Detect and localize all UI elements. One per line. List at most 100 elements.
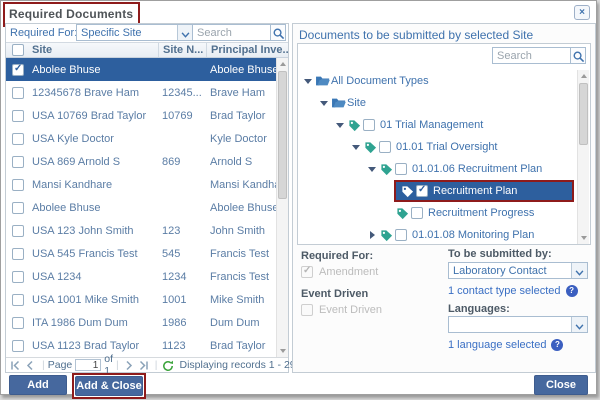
cell-site: USA Kyle Doctor bbox=[30, 133, 158, 145]
tree-node-checkbox[interactable] bbox=[363, 119, 375, 131]
chevron-down-icon[interactable] bbox=[177, 25, 193, 40]
table-row[interactable]: USA Kyle DoctorKyle Doctor bbox=[6, 127, 276, 150]
search-icon[interactable] bbox=[270, 24, 286, 41]
tree-node[interactable]: 01.01.06 Recruitment Plan bbox=[300, 158, 576, 180]
column-header-site-no[interactable]: Site N... bbox=[158, 43, 206, 57]
table-row[interactable]: Abolee BhuseAbolee Bhuse bbox=[6, 196, 276, 219]
row-checkbox-cell bbox=[6, 156, 30, 168]
cell-principal-investigator: Brave Ham bbox=[206, 87, 276, 99]
cell-site: Abolee Bhuse bbox=[30, 202, 158, 214]
table-row[interactable]: ITA 1986 Dum Dum1986Dum Dum bbox=[6, 311, 276, 334]
row-checkbox-cell bbox=[6, 110, 30, 122]
row-checkbox[interactable] bbox=[12, 87, 24, 99]
close-button[interactable]: Close bbox=[534, 375, 588, 395]
table-row[interactable]: Mansi KandhareMansi Kandhare bbox=[6, 173, 276, 196]
scroll-up-icon[interactable] bbox=[277, 58, 288, 70]
row-checkbox[interactable] bbox=[12, 340, 24, 352]
row-checkbox[interactable] bbox=[12, 317, 24, 329]
row-checkbox[interactable] bbox=[12, 271, 24, 283]
row-checkbox[interactable] bbox=[12, 179, 24, 191]
select-all-checkbox[interactable] bbox=[6, 44, 30, 56]
table-row[interactable]: 12345678 Brave Ham12345...Brave Ham bbox=[6, 81, 276, 104]
row-checkbox[interactable] bbox=[12, 110, 24, 122]
refresh-icon[interactable] bbox=[162, 360, 175, 371]
amendment-label: Amendment bbox=[319, 266, 378, 278]
cell-site-no: 1123 bbox=[158, 340, 206, 352]
languages-combo[interactable] bbox=[448, 316, 588, 333]
tree-node[interactable]: 01 Trial Management bbox=[300, 114, 576, 136]
cell-site: USA 1001 Mike Smith bbox=[30, 294, 158, 306]
table-row[interactable]: USA 1001 Mike Smith1001Mike Smith bbox=[6, 288, 276, 311]
cell-site: USA 545 Francis Test bbox=[30, 248, 158, 260]
column-header-site[interactable]: Site bbox=[30, 44, 158, 56]
add-and-close-button[interactable]: Add & Close bbox=[75, 376, 143, 396]
collapse-icon[interactable] bbox=[302, 79, 314, 84]
prev-page-icon[interactable] bbox=[25, 360, 38, 371]
languages-label: Languages: bbox=[448, 303, 510, 315]
expand-icon[interactable] bbox=[366, 231, 378, 239]
tree-scrollbar[interactable] bbox=[577, 70, 589, 244]
tree-node-checkbox[interactable] bbox=[395, 229, 407, 241]
search-input[interactable] bbox=[192, 24, 270, 41]
search-icon[interactable] bbox=[570, 47, 586, 64]
tree-node[interactable]: 01.01.08 Monitoring Plan bbox=[300, 224, 576, 242]
last-page-icon[interactable] bbox=[138, 360, 151, 371]
first-page-icon[interactable] bbox=[10, 360, 23, 371]
table-scrollbar[interactable] bbox=[276, 58, 288, 357]
contact-type-selected-link[interactable]: 1 contact type selected bbox=[448, 285, 561, 297]
collapse-icon[interactable] bbox=[318, 101, 330, 106]
language-link-row: 1 language selected ? bbox=[448, 339, 563, 351]
required-for-filter-label: Required For: bbox=[10, 27, 77, 39]
tree-node[interactable]: Recruitment Plan bbox=[300, 180, 576, 202]
column-header-principal-investigator[interactable]: Principal Inve... bbox=[206, 43, 288, 57]
row-checkbox[interactable] bbox=[12, 294, 24, 306]
row-checkbox[interactable] bbox=[12, 248, 24, 260]
tree-node-checkbox[interactable] bbox=[411, 207, 423, 219]
help-icon[interactable]: ? bbox=[551, 339, 563, 351]
table-row[interactable]: USA 10769 Brad Taylor10769Brad Taylor bbox=[6, 104, 276, 127]
tree-node-checkbox[interactable] bbox=[379, 141, 391, 153]
collapse-icon[interactable] bbox=[366, 167, 378, 172]
collapse-icon[interactable] bbox=[350, 145, 362, 150]
table-row[interactable]: USA 869 Arnold S869Arnold S bbox=[6, 150, 276, 173]
row-checkbox[interactable] bbox=[12, 225, 24, 237]
scrollbar-thumb[interactable] bbox=[579, 83, 588, 145]
tree-node[interactable]: 01.01 Trial Oversight bbox=[300, 136, 576, 158]
tree-node[interactable]: All Document Types bbox=[300, 70, 576, 92]
scroll-down-icon[interactable] bbox=[578, 232, 589, 244]
row-checkbox[interactable] bbox=[12, 156, 24, 168]
chevron-down-icon[interactable] bbox=[571, 263, 587, 278]
chevron-down-icon[interactable] bbox=[571, 317, 587, 332]
table-row[interactable]: USA 545 Francis Test545Francis Test bbox=[6, 242, 276, 265]
submitted-by-combo[interactable]: Laboratory Contact bbox=[448, 262, 588, 279]
language-selected-link[interactable]: 1 language selected bbox=[448, 339, 546, 351]
tree-node-label: 01 Trial Management bbox=[380, 119, 483, 131]
table-row[interactable]: USA 123 John Smith123John Smith bbox=[6, 219, 276, 242]
row-checkbox[interactable] bbox=[12, 202, 24, 214]
tree-node-checkbox[interactable] bbox=[395, 163, 407, 175]
table-row[interactable]: USA 12341234Francis Test bbox=[6, 265, 276, 288]
next-page-icon[interactable] bbox=[123, 360, 136, 371]
table-row[interactable]: USA 1123 Brad Taylor1123Brad Taylor bbox=[6, 334, 276, 357]
triangle-down-icon bbox=[368, 167, 376, 172]
tree-node-checkbox[interactable] bbox=[416, 185, 428, 197]
scroll-up-icon[interactable] bbox=[578, 70, 589, 82]
row-checkbox[interactable] bbox=[12, 64, 24, 76]
scrollbar-thumb[interactable] bbox=[278, 71, 287, 199]
close-icon[interactable]: × bbox=[574, 5, 590, 20]
tree-search-input[interactable] bbox=[492, 47, 570, 64]
cell-principal-investigator: Francis Test bbox=[206, 271, 276, 283]
scroll-down-icon[interactable] bbox=[277, 345, 288, 357]
triangle-down-icon bbox=[336, 123, 344, 128]
page-label: Page bbox=[48, 359, 73, 371]
collapse-icon[interactable] bbox=[334, 123, 346, 128]
tree-node[interactable]: Site bbox=[300, 92, 576, 114]
row-checkbox[interactable] bbox=[12, 133, 24, 145]
help-icon[interactable]: ? bbox=[566, 285, 578, 297]
page-number-input[interactable] bbox=[75, 359, 101, 371]
tree-node[interactable]: Recruitment Progress bbox=[300, 202, 576, 224]
add-button[interactable]: Add bbox=[9, 375, 67, 395]
selected-node-highlight[interactable]: Recruitment Plan bbox=[394, 180, 574, 202]
table-row[interactable]: Abolee BhuseAbolee Bhuse bbox=[6, 58, 276, 81]
required-for-combo[interactable]: Specific Site bbox=[76, 24, 194, 41]
